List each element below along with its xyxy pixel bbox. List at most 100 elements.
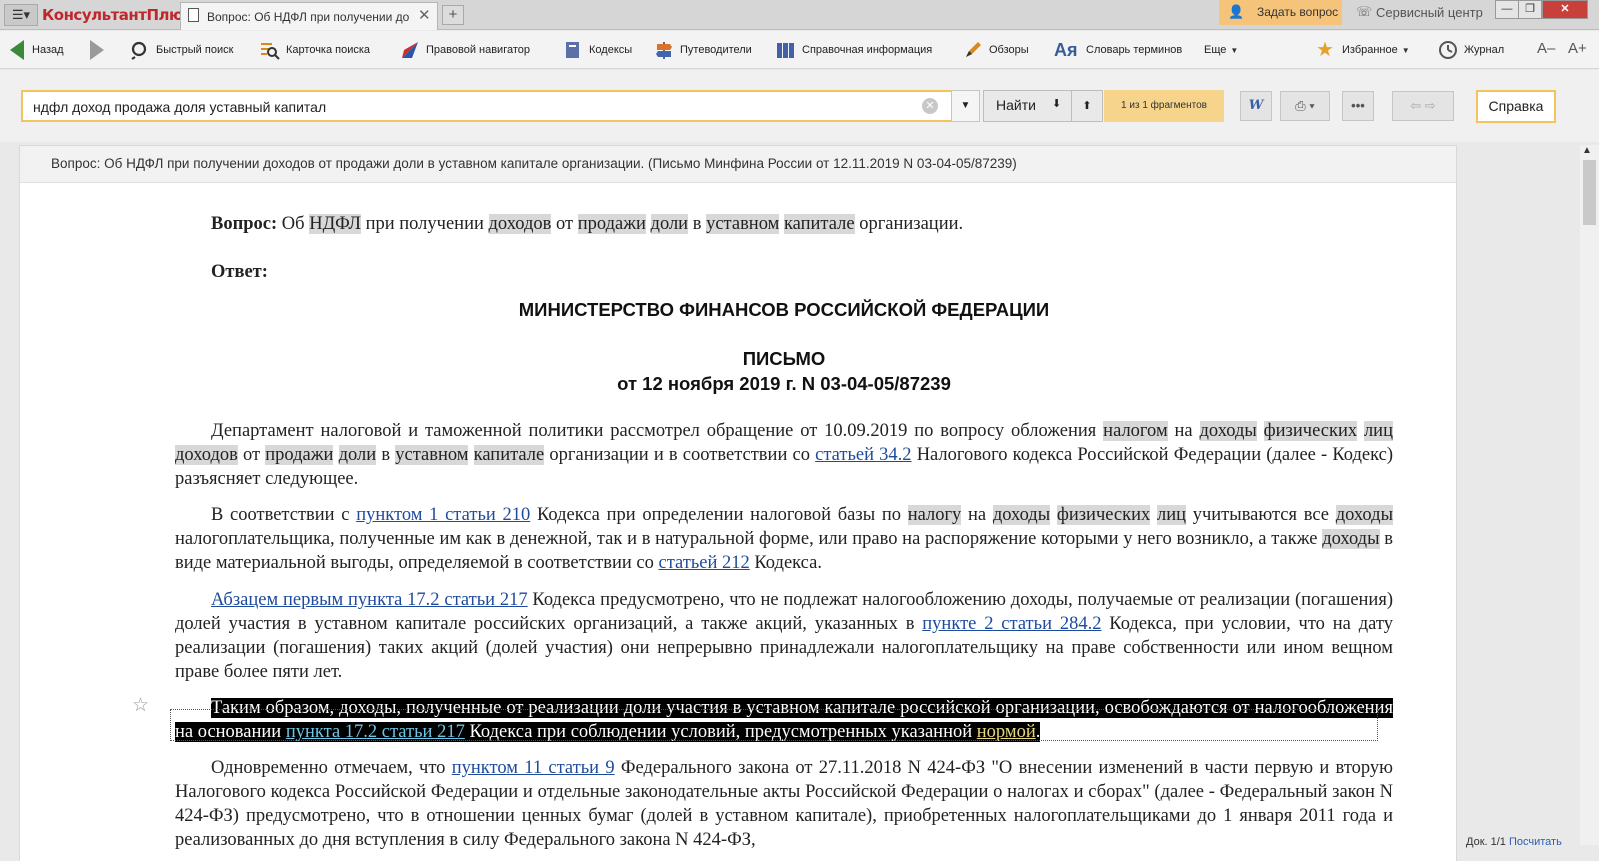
reviews-button[interactable]: Обзоры: [963, 37, 1029, 63]
favorites-label: Избранное: [1342, 44, 1398, 56]
search-history-dropdown[interactable]: ▼: [951, 90, 980, 122]
find-previous-button[interactable]: ⬆: [1071, 90, 1103, 122]
chevron-down-icon: ▼: [960, 100, 971, 111]
back-button[interactable]: Назад: [10, 37, 64, 63]
count-link[interactable]: Посчитать: [1509, 836, 1562, 848]
scroll-thumb[interactable]: [1583, 160, 1596, 225]
selection-frame: [170, 709, 1378, 741]
dictionary-label: Словарь терминов: [1086, 44, 1183, 56]
document-counter: Док. 1/1 Посчитать: [1466, 836, 1562, 848]
more-label: Еще: [1204, 44, 1227, 56]
link-article-34-2[interactable]: статьей 34.2: [815, 445, 911, 465]
quick-search-label: Быстрый поиск: [156, 44, 234, 56]
chevron-down-icon: ▼: [1401, 45, 1410, 55]
document-tab[interactable]: Вопрос: Об НДФЛ при получении до: [180, 2, 438, 30]
ask-question-label: Задать вопрос: [1257, 5, 1339, 19]
codes-book-icon: [566, 42, 579, 58]
more-actions-button[interactable]: •••: [1342, 91, 1374, 121]
print-button[interactable]: ⎙ ▾: [1280, 91, 1330, 121]
help-button[interactable]: Справка: [1476, 90, 1556, 123]
service-center-link[interactable]: Сервисный центр: [1376, 5, 1483, 20]
reviews-label: Обзоры: [989, 44, 1029, 56]
quick-search-button[interactable]: Быстрый поиск: [130, 37, 233, 63]
user-question-icon: 👤: [1228, 4, 1245, 19]
font-decrease-button[interactable]: A–: [1537, 40, 1555, 57]
arrow-up-icon: ⬆: [1082, 100, 1092, 112]
star-icon: ★: [1316, 39, 1334, 61]
search-card-icon: [261, 43, 280, 60]
reference-info-button[interactable]: Справочная информация: [776, 37, 932, 63]
find-next-icon[interactable]: ⬇: [1052, 97, 1061, 110]
close-window-button[interactable]: ✕: [1542, 0, 1588, 19]
document-body: Вопрос: Об НДФЛ при получении доходов от…: [20, 184, 1456, 861]
back-label: Назад: [32, 44, 64, 56]
guides-label: Путеводители: [680, 44, 752, 56]
vertical-scrollbar[interactable]: [1580, 145, 1599, 845]
document-nav-buttons[interactable]: ⇦ ⇨: [1392, 91, 1454, 121]
link-article-284-2[interactable]: пункте 2 статьи 284.2: [922, 614, 1101, 634]
link-article-9[interactable]: пунктом 11 статьи 9: [452, 758, 615, 778]
answer-paragraph: Ответ:: [175, 260, 1393, 284]
letter-heading: ПИСЬМО: [742, 348, 826, 369]
guides-button[interactable]: Путеводители: [654, 37, 752, 63]
search-card-button[interactable]: Карточка поиска: [260, 37, 370, 63]
favorites-button[interactable]: ★ Избранное ▼: [1316, 37, 1410, 63]
document-icon: [188, 8, 199, 22]
reference-info-label: Справочная информация: [802, 44, 933, 56]
codes-label: Кодексы: [589, 44, 633, 56]
question-paragraph: Вопрос: Об НДФЛ при получении доходов от…: [211, 214, 964, 234]
dictionary-button[interactable]: Aя Словарь терминов: [1054, 37, 1182, 63]
forward-arrow-icon: [90, 40, 104, 60]
journal-label: Журнал: [1464, 44, 1505, 56]
ellipsis-icon: •••: [1351, 98, 1365, 113]
link-article-210[interactable]: пунктом 1 статьи 210: [356, 505, 530, 525]
export-word-button[interactable]: W: [1240, 91, 1272, 121]
title-bar: ☰▾ КонсультантПлюс Вопрос: Об НДФЛ при п…: [0, 0, 1599, 30]
link-article-212[interactable]: статьей 212: [659, 553, 750, 573]
ministry-heading: МИНИСТЕРСТВО ФИНАНСОВ РОССИЙСКОЙ ФЕДЕРАЦ…: [518, 299, 1050, 320]
scroll-up-icon[interactable]: ▲: [1582, 145, 1592, 156]
word-icon: W: [1248, 98, 1264, 113]
tab-title: Вопрос: Об НДФЛ при получении до: [207, 10, 410, 24]
hamburger-icon: ☰▾: [11, 7, 31, 22]
magnifier-icon: [131, 41, 147, 60]
new-tab-button[interactable]: +: [442, 5, 464, 25]
paragraph-3: Абзацем первым пункта 17.2 статьи 217 Ко…: [175, 590, 1393, 682]
chevron-down-icon: ▼: [1230, 45, 1239, 55]
nav-arrows-icon: ⇦ ⇨: [1410, 98, 1436, 113]
tab-close-icon[interactable]: ✕: [418, 6, 431, 24]
font-increase-button[interactable]: A+: [1568, 40, 1587, 57]
forward-button[interactable]: [90, 37, 104, 63]
paragraph-2: В соответствии с пунктом 1 статьи 210 Ко…: [175, 505, 1393, 573]
main-menu-button[interactable]: ☰▾: [4, 4, 38, 26]
journal-button[interactable]: Журнал: [1438, 37, 1504, 63]
main-toolbar: Назад Быстрый поиск Карточка поиска Прав…: [0, 31, 1599, 69]
link-article-217-17-2[interactable]: Абзацем первым пункта 17.2 статьи 217: [211, 590, 528, 610]
dictionary-icon: Aя: [1054, 40, 1078, 60]
paragraph-5: Одновременно отмечаем, что пунктом 11 ст…: [175, 758, 1393, 850]
clock-icon: [1439, 41, 1457, 59]
codes-button[interactable]: Кодексы: [563, 37, 632, 63]
back-arrow-icon: [10, 40, 24, 60]
printer-icon: ⎙ ▾: [1295, 98, 1315, 113]
navigator-icon: [402, 42, 418, 58]
pen-icon: [966, 42, 981, 57]
clear-search-icon[interactable]: ✕: [922, 98, 938, 114]
signpost-icon: [656, 42, 672, 59]
minimize-button[interactable]: —: [1495, 0, 1519, 19]
app-logo: КонсультантПлюс: [42, 6, 192, 24]
fragment-counter: 1 из 1 фрагментов: [1104, 90, 1224, 122]
service-center-icon: ☏: [1356, 4, 1373, 19]
bookmark-star-icon[interactable]: ☆: [132, 694, 149, 717]
search-row: ндфл доход продажа доля уставный капитал…: [0, 70, 1599, 142]
search-card-label: Карточка поиска: [286, 44, 371, 56]
document-header: Вопрос: Об НДФЛ при получении доходов от…: [20, 146, 1456, 183]
find-label: Найти: [996, 97, 1036, 113]
search-input[interactable]: ндфл доход продажа доля уставный капитал: [21, 90, 955, 122]
more-menu-button[interactable]: Еще ▼: [1204, 37, 1238, 63]
maximize-button[interactable]: ❐: [1518, 0, 1542, 19]
binders-icon: [777, 43, 794, 58]
letter-date: от 12 ноября 2019 г. N 03-04-05/87239: [617, 373, 951, 394]
legal-navigator-button[interactable]: Правовой навигатор: [400, 37, 530, 63]
paragraph-1: Департамент налоговой и таможенной полит…: [175, 421, 1393, 489]
